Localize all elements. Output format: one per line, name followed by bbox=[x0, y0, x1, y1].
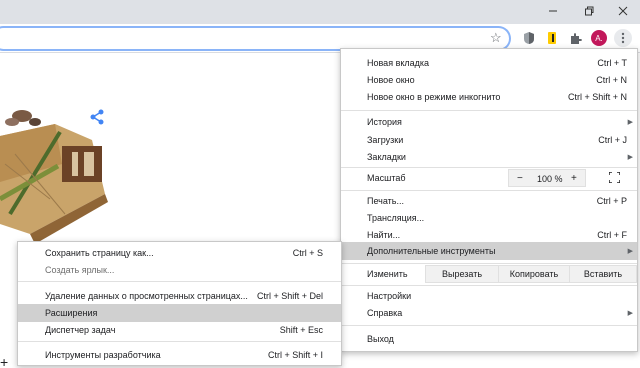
menu-item-shortcut: Ctrl + T bbox=[597, 58, 627, 68]
menu-item-shortcut: Ctrl + P bbox=[596, 196, 627, 206]
menu-item-settings[interactable]: Настройки bbox=[341, 287, 637, 305]
submenu-item-label: Диспетчер задач bbox=[45, 325, 116, 335]
menu-item-label: Новая вкладка bbox=[367, 58, 430, 68]
close-icon bbox=[618, 6, 628, 16]
minimize-button[interactable] bbox=[536, 0, 570, 22]
menu-item-print[interactable]: Печать... Ctrl + P bbox=[341, 192, 637, 210]
menu-item-help[interactable]: Справка ▶ bbox=[341, 304, 637, 322]
menu-item-label: Печать... bbox=[367, 196, 404, 206]
menu-item-exit[interactable]: Выход bbox=[341, 330, 637, 348]
shield-extension-icon[interactable] bbox=[521, 30, 537, 46]
restore-icon bbox=[585, 6, 594, 16]
bookmark-star-icon[interactable]: ☆ bbox=[490, 30, 502, 46]
menu-item-bookmarks[interactable]: Закладки ▶ bbox=[341, 148, 637, 166]
fullscreen-icon[interactable] bbox=[609, 172, 620, 183]
more-tools-submenu: Сохранить страницу как... Ctrl + S Созда… bbox=[17, 241, 342, 366]
menu-item-shortcut: Ctrl + J bbox=[598, 135, 627, 145]
zoom-control: − 100 % + bbox=[508, 169, 586, 187]
submenu-item-label: Сохранить страницу как... bbox=[45, 248, 154, 258]
submenu-item-shortcut: Ctrl + Shift + Del bbox=[256, 291, 323, 301]
minimize-icon bbox=[549, 10, 557, 12]
close-button[interactable] bbox=[606, 0, 640, 22]
submenu-arrow-icon: ▶ bbox=[627, 154, 633, 161]
menu-item-label: Дополнительные инструменты bbox=[367, 246, 496, 256]
add-shortcut-icon[interactable]: + bbox=[0, 354, 8, 368]
share-icon[interactable] bbox=[89, 109, 105, 125]
menu-item-label: Найти... bbox=[367, 230, 401, 240]
submenu-item-shortcut: Ctrl + S bbox=[292, 248, 323, 258]
address-bar[interactable] bbox=[0, 27, 510, 50]
submenu-item-create-shortcut[interactable]: Создать ярлык... bbox=[18, 261, 341, 279]
title-bar bbox=[0, 0, 640, 24]
menu-item-label: Загрузки bbox=[367, 135, 404, 145]
menu-item-label: Новое окно в режиме инкогнито bbox=[367, 92, 501, 102]
restore-button[interactable] bbox=[572, 0, 606, 22]
menu-separator bbox=[341, 263, 637, 264]
menu-item-label: История bbox=[367, 117, 402, 127]
submenu-arrow-icon: ▶ bbox=[627, 119, 633, 126]
menu-item-shortcut: Ctrl + F bbox=[597, 230, 627, 240]
submenu-separator bbox=[18, 341, 341, 342]
zoom-value: 100 % bbox=[537, 174, 563, 184]
edit-row: Изменить Вырезать Копировать Вставить bbox=[341, 265, 637, 283]
zoom-out-button[interactable]: − bbox=[517, 173, 523, 184]
submenu-item-label: Удаление данных о просмотренных страница… bbox=[45, 291, 248, 301]
submenu-arrow-icon: ▶ bbox=[627, 310, 633, 317]
menu-item-label: Выход bbox=[367, 334, 394, 344]
menu-item-shortcut: Ctrl + N bbox=[596, 75, 627, 85]
menu-separator bbox=[341, 110, 637, 111]
submenu-item-developer-tools[interactable]: Инструменты разработчика Ctrl + Shift + … bbox=[18, 346, 341, 364]
menu-item-incognito-window[interactable]: Новое окно в режиме инкогнито Ctrl + Shi… bbox=[341, 88, 637, 106]
paste-button[interactable]: Вставить bbox=[569, 265, 637, 283]
submenu-item-clear-browsing-data[interactable]: Удаление данных о просмотренных страница… bbox=[18, 287, 341, 305]
submenu-separator bbox=[18, 281, 341, 282]
submenu-item-extensions[interactable]: Расширения bbox=[18, 304, 341, 322]
profile-avatar[interactable]: A. bbox=[591, 30, 607, 46]
submenu-item-task-manager[interactable]: Диспетчер задач Shift + Esc bbox=[18, 321, 341, 339]
yandex-extension-icon[interactable] bbox=[544, 30, 560, 46]
menu-separator bbox=[341, 285, 637, 286]
edit-label: Изменить bbox=[367, 269, 408, 279]
submenu-item-shortcut: Ctrl + Shift + I bbox=[267, 350, 323, 360]
submenu-item-label: Расширения bbox=[45, 308, 98, 318]
menu-item-more-tools[interactable]: Дополнительные инструменты ▶ bbox=[341, 242, 637, 260]
menu-item-cast[interactable]: Трансляция... bbox=[341, 209, 637, 227]
menu-separator bbox=[341, 190, 637, 191]
menu-item-new-window[interactable]: Новое окно Ctrl + N bbox=[341, 71, 637, 89]
menu-separator bbox=[341, 167, 637, 168]
copy-button[interactable]: Копировать bbox=[498, 265, 570, 283]
submenu-item-label: Инструменты разработчика bbox=[45, 350, 161, 360]
submenu-item-shortcut: Shift + Esc bbox=[279, 325, 323, 335]
menu-item-label: Трансляция... bbox=[367, 213, 425, 223]
menu-item-label: Настройки bbox=[367, 291, 412, 301]
zoom-in-button[interactable]: + bbox=[571, 173, 577, 184]
cut-button[interactable]: Вырезать bbox=[425, 265, 499, 283]
menu-item-label: Закладки bbox=[367, 152, 406, 162]
chrome-main-menu: Новая вкладка Ctrl + T Новое окно Ctrl +… bbox=[340, 48, 638, 352]
menu-item-new-tab[interactable]: Новая вкладка Ctrl + T bbox=[341, 54, 637, 72]
menu-kebab-icon[interactable] bbox=[614, 29, 632, 47]
menu-item-shortcut: Ctrl + Shift + N bbox=[567, 92, 627, 102]
menu-item-downloads[interactable]: Загрузки Ctrl + J bbox=[341, 131, 637, 149]
menu-item-label: Новое окно bbox=[367, 75, 415, 85]
menu-separator bbox=[341, 325, 637, 326]
submenu-arrow-icon: ▶ bbox=[627, 248, 633, 255]
submenu-item-save-page[interactable]: Сохранить страницу как... Ctrl + S bbox=[18, 244, 341, 262]
menu-item-label: Справка bbox=[367, 308, 403, 318]
menu-item-history[interactable]: История ▶ bbox=[341, 113, 637, 131]
extensions-puzzle-icon[interactable] bbox=[568, 30, 584, 46]
zoom-row: Масштаб − 100 % + bbox=[341, 169, 637, 187]
submenu-item-label: Создать ярлык... bbox=[45, 265, 115, 275]
zoom-label: Масштаб bbox=[367, 173, 406, 183]
